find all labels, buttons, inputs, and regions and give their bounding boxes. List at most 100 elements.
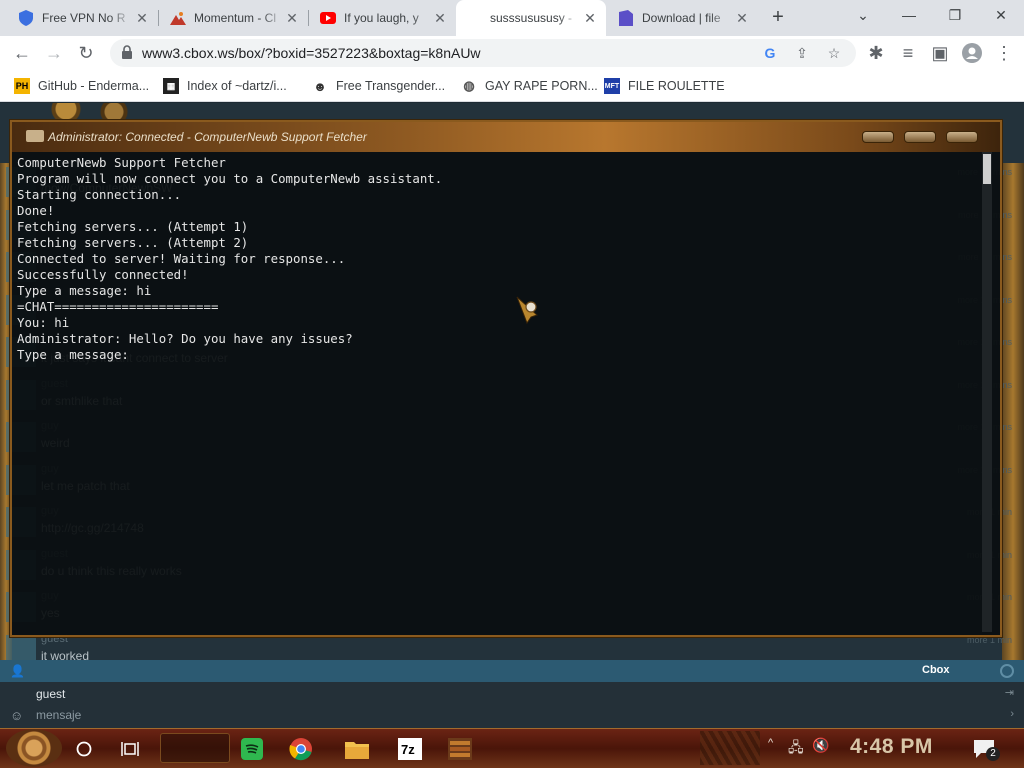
- bookmark-label: GAY RAPE PORN...: [485, 79, 598, 93]
- restore-button[interactable]: ❐: [932, 0, 978, 32]
- globe-icon: ◍: [463, 78, 475, 93]
- star-bookmark-icon[interactable]: ☆: [824, 43, 844, 63]
- media-controls-icon[interactable]: ≡: [894, 39, 922, 67]
- console-scrollbar[interactable]: [982, 152, 992, 632]
- maximize-button[interactable]: [904, 131, 936, 143]
- close-tab-icon[interactable]: ✕: [134, 10, 150, 26]
- 7zip-icon[interactable]: 7z: [396, 733, 424, 765]
- blank-page-icon: [466, 10, 482, 26]
- window-titlebar[interactable]: Administrator: Connected - ComputerNewb …: [12, 122, 1000, 152]
- tab-title: susssusususy -: [490, 11, 573, 25]
- refresh-icon[interactable]: [1000, 664, 1014, 678]
- mft-icon: MFT: [604, 78, 620, 94]
- close-tab-icon[interactable]: ✕: [284, 10, 300, 26]
- task-view-icon[interactable]: [116, 733, 144, 765]
- bookmark-index-dartz[interactable]: ▦ Index of ~dartz/i...: [163, 77, 287, 95]
- show-hidden-icons[interactable]: ^: [768, 737, 773, 749]
- bookmark-label: Index of ~dartz/i...: [187, 79, 287, 93]
- console-line: Administrator: Hello? Do you have any is…: [17, 331, 353, 346]
- notification-center-icon[interactable]: 2: [972, 733, 1000, 765]
- console-line: Type a message: hi: [17, 283, 152, 298]
- cbox-brand[interactable]: Cbox: [922, 664, 950, 676]
- bookmark-label: FILE ROULETTE: [628, 79, 725, 93]
- console-line: Fetching servers... (Attempt 2): [17, 235, 249, 250]
- close-tab-icon[interactable]: ✕: [432, 10, 448, 26]
- tab-download[interactable]: Download | file ✕: [608, 0, 758, 36]
- windows-taskbar: 7z ^ 🖧 🔇 4:48 PM 2: [0, 728, 1024, 768]
- console-line: Fetching servers... (Attempt 1): [17, 219, 249, 234]
- tab-free-vpn[interactable]: Free VPN No R ✕: [8, 0, 158, 36]
- tab-momentum[interactable]: Momentum - Cl ✕: [160, 0, 308, 36]
- tab-strip: Free VPN No R ✕ Momentum - Cl ✕ If you l…: [0, 0, 1024, 36]
- emoji-icon[interactable]: ☺: [10, 708, 23, 723]
- close-window-button[interactable]: ✕: [978, 0, 1024, 32]
- bookmark-label: GitHub - Enderma...: [38, 79, 150, 93]
- name-field[interactable]: guest: [36, 687, 65, 701]
- tab-separator: [308, 10, 309, 26]
- send-icon[interactable]: ›: [1010, 708, 1014, 720]
- bookmark-file-roulette[interactable]: MFT FILE ROULETTE: [604, 77, 725, 95]
- pixel-grid-icon: ▦: [163, 78, 179, 94]
- bookmark-free-transgender[interactable]: ☻ Free Transgender...: [312, 77, 445, 95]
- steampunk-cursor-icon: [516, 296, 538, 325]
- forward-arrow-icon[interactable]: →: [40, 39, 68, 67]
- console-line: Program will now connect you to a Comput…: [17, 171, 443, 186]
- close-tab-icon[interactable]: ✕: [734, 10, 750, 26]
- taskbar-clock[interactable]: 4:48 PM: [850, 735, 933, 759]
- extensions-icon[interactable]: ✱: [862, 39, 890, 67]
- minimize-button[interactable]: [862, 131, 894, 143]
- tab-title: Download | file: [642, 11, 721, 25]
- file-explorer-icon[interactable]: [343, 733, 371, 765]
- cbox-bar: 👤 Cbox: [0, 660, 1024, 682]
- kebab-menu-icon[interactable]: ⋮: [990, 39, 1018, 67]
- console-line: Connected to server! Waiting for respons…: [17, 251, 346, 266]
- message-input[interactable]: mensaje: [36, 708, 81, 722]
- taskbar-spacer: [160, 733, 230, 763]
- console-line: Successfully connected!: [17, 267, 189, 282]
- start-button[interactable]: [6, 729, 62, 767]
- svg-text:7z: 7z: [401, 742, 415, 757]
- console-line: Starting connection...: [17, 187, 182, 202]
- user-icon[interactable]: 👤: [10, 664, 25, 678]
- lock-icon: [122, 45, 132, 59]
- bookmark-globe[interactable]: ◍ GAY RAPE PORN...: [461, 77, 598, 95]
- window-title: Administrator: Connected - ComputerNewb …: [48, 130, 367, 144]
- search-icon[interactable]: [70, 733, 98, 765]
- steampunk-decoration: [700, 731, 760, 765]
- console-line: You: hi: [17, 315, 70, 330]
- volume-muted-icon[interactable]: 🔇: [812, 737, 829, 754]
- tab-title: Free VPN No R: [42, 11, 126, 25]
- profile-avatar-icon[interactable]: [958, 39, 986, 67]
- new-tab-button[interactable]: +: [766, 6, 790, 30]
- network-icon[interactable]: 🖧: [788, 737, 804, 761]
- reload-icon[interactable]: ↻: [72, 39, 100, 67]
- close-tab-icon[interactable]: ✕: [582, 10, 598, 26]
- logout-icon[interactable]: ⇥: [1005, 686, 1014, 699]
- tab-title: Momentum - Cl: [194, 11, 277, 25]
- ph-icon: PH: [14, 78, 30, 94]
- spotify-icon[interactable]: [238, 733, 266, 765]
- tab-youtube[interactable]: If you laugh, y ✕: [310, 0, 456, 36]
- chat-input-area: guest ☺ mensaje ⇥ ›: [0, 682, 1024, 728]
- share-icon[interactable]: ⇪: [792, 43, 812, 63]
- tab-separator: [158, 10, 159, 26]
- google-icon[interactable]: G: [760, 43, 780, 63]
- scrollbar-thumb[interactable]: [983, 154, 991, 184]
- support-fetcher-window: Administrator: Connected - ComputerNewb …: [10, 120, 1002, 637]
- console-icon: [26, 130, 44, 142]
- close-button[interactable]: [946, 131, 978, 143]
- side-panel-icon[interactable]: ▣: [926, 39, 954, 67]
- mascot-icon: ☻: [313, 78, 327, 94]
- tab-cbox-active[interactable]: susssusususy - ✕: [456, 0, 606, 36]
- winrar-icon[interactable]: [446, 733, 474, 765]
- console-output[interactable]: ComputerNewb Support Fetcher Program will…: [12, 152, 1000, 635]
- bookmark-label: Free Transgender...: [336, 79, 446, 93]
- tab-search-icon[interactable]: ⌄: [840, 0, 886, 32]
- bookmark-github[interactable]: PH GitHub - Enderma...: [14, 77, 149, 95]
- minimize-button[interactable]: —: [886, 0, 932, 32]
- browser-toolbar: ← → ↻ www3.cbox.ws/box/?boxid=3527223&bo…: [0, 36, 1024, 70]
- cbox-page: /now/ComputerNewbSWmore 10 minsmore 11 m…: [0, 103, 1024, 728]
- address-bar[interactable]: www3.cbox.ws/box/?boxid=3527223&boxtag=k…: [110, 39, 856, 67]
- back-arrow-icon[interactable]: ←: [8, 39, 36, 67]
- chrome-icon[interactable]: [287, 733, 315, 765]
